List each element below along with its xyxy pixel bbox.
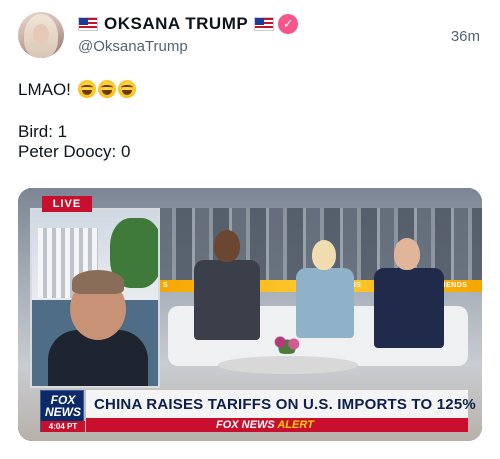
fox-news-logo: FOX NEWS 4:04 PT <box>40 390 85 432</box>
display-name[interactable]: OKSANA TRUMP <box>104 14 248 34</box>
tweet-header: OKSANA TRUMP ✓ @OksanaTrump <box>78 13 438 55</box>
name-row[interactable]: OKSANA TRUMP ✓ <box>78 13 438 35</box>
alert-brand: FOX NEWS <box>216 419 275 431</box>
avatar-face <box>33 24 49 44</box>
alert-text: FOX NEWS ALERT <box>216 419 314 431</box>
broadcast-time: 4:04 PT <box>41 421 85 432</box>
lower-third: FOX NEWS 4:04 PT CHINA RAISES TARIFFS ON… <box>40 388 476 434</box>
video-media[interactable]: S ENDS RIENDS LIVE FOX <box>18 188 482 441</box>
led-text-left: S <box>163 282 169 289</box>
text-lmao: LMAO! <box>18 80 71 99</box>
text-doocy-score: Peter Doocy: 0 <box>18 142 131 161</box>
coffee-table <box>218 356 358 374</box>
host-left-body <box>194 260 260 340</box>
headline-box: CHINA RAISES TARIFFS ON U.S. IMPORTS TO … <box>86 390 476 418</box>
verified-badge-icon: ✓ <box>278 14 299 34</box>
host-right-head <box>394 238 420 270</box>
text-bird-score: Bird: 1 <box>18 122 68 141</box>
laughing-face-emoji-icon <box>97 80 116 98</box>
headline: CHINA RAISES TARIFFS ON U.S. IMPORTS TO … <box>94 395 476 413</box>
laughing-face-emoji-icon <box>77 80 96 98</box>
us-flag-icon <box>254 17 275 31</box>
tweet: OKSANA TRUMP ✓ @OksanaTrump 36m LMAO! Bi… <box>0 0 500 459</box>
reporter-hair <box>72 270 124 294</box>
us-flag-icon <box>78 17 98 31</box>
host-right-body <box>374 268 444 348</box>
alert-bar: FOX NEWS ALERT <box>86 418 468 432</box>
host-center-head <box>312 240 336 270</box>
flower-arrangement <box>270 334 304 354</box>
laughing-face-emoji-icon <box>117 80 136 98</box>
live-badge: LIVE <box>42 196 92 212</box>
text-line: LMAO! <box>18 80 478 100</box>
tweet-text: LMAO! Bird: 1 Peter Doocy: 0 <box>18 80 478 162</box>
news-logo-word: NEWS <box>45 405 81 419</box>
timestamp[interactable]: 36m <box>451 28 480 45</box>
reporter-inset <box>30 208 160 388</box>
avatar[interactable] <box>18 12 64 58</box>
user-handle[interactable]: @OksanaTrump <box>78 38 438 55</box>
host-left-head <box>214 230 240 262</box>
alert-word: ALERT <box>277 419 314 431</box>
host-center-body <box>296 268 354 338</box>
